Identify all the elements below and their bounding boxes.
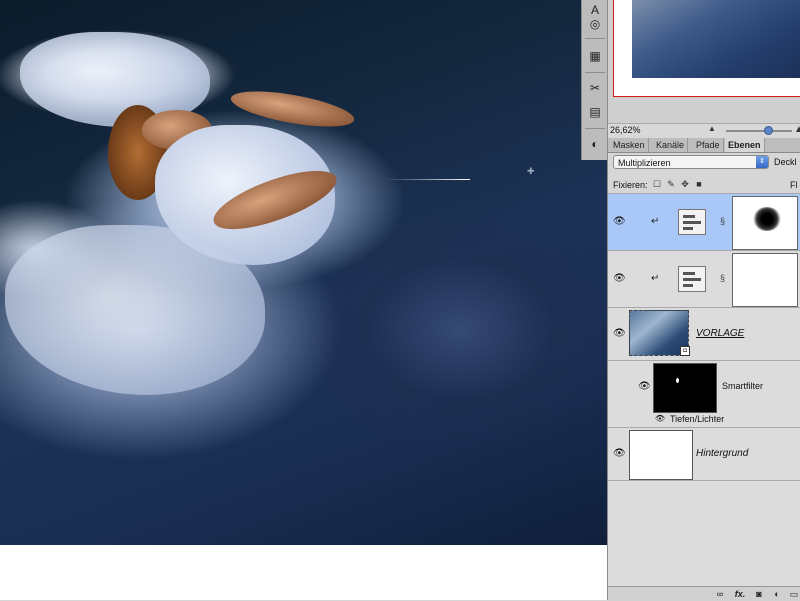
- smart-object-icon: ◘: [680, 346, 690, 356]
- navigator-panel: [608, 0, 800, 123]
- smart-filter-label: Smartfilter: [722, 381, 764, 391]
- filter-row[interactable]: 👁 Tiefen/Lichter: [608, 413, 800, 428]
- photo-duvet: [5, 225, 265, 395]
- layer-mask-thumbnail[interactable]: [732, 196, 798, 250]
- layer-row[interactable]: 👁 ↵ §: [608, 194, 800, 251]
- blend-mode-select[interactable]: Multiplizieren ⇕: [613, 155, 769, 169]
- adjustment-layer-icon: [678, 266, 706, 292]
- adjustment-layer-icon: [678, 209, 706, 235]
- lock-row: Fixieren: ☐ ✎ ✥ ■ Fl: [608, 177, 800, 194]
- navigator-thumbnail: [632, 0, 800, 78]
- new-group-icon[interactable]: ▭: [788, 588, 800, 600]
- blend-mode-row: Multiplizieren ⇕ Deckl: [608, 153, 800, 175]
- tab-pfade[interactable]: Pfade: [693, 138, 724, 152]
- tool-separator: [585, 38, 605, 39]
- rotate-view-icon[interactable]: ◎: [585, 14, 605, 34]
- clipping-arrow-icon: ↵: [651, 216, 660, 227]
- visibility-eye-icon[interactable]: 👁: [613, 273, 626, 285]
- lock-pixels-icon[interactable]: ✎: [666, 179, 676, 189]
- fill-label: Fl: [790, 180, 798, 190]
- document-image[interactable]: ✚: [0, 0, 607, 545]
- crosshair-cursor-icon: ✚: [527, 166, 535, 176]
- filter-name[interactable]: Tiefen/Lichter: [670, 414, 724, 424]
- layers-bottom-bar: ∞ fx. ◙ ◐ ▭: [608, 586, 800, 601]
- navigator-preview[interactable]: [613, 0, 800, 97]
- link-icon[interactable]: ∞: [714, 588, 726, 600]
- tab-ebenen[interactable]: Ebenen: [725, 138, 765, 152]
- zoom-value-field[interactable]: 26,62%: [610, 125, 650, 136]
- zoom-slider-handle[interactable]: [764, 126, 773, 135]
- tool-separator: [585, 128, 605, 129]
- photo-light-streak: [385, 179, 470, 180]
- zoom-slider[interactable]: [726, 130, 792, 132]
- histogram-panel-icon[interactable]: ▦: [585, 46, 605, 66]
- visibility-eye-icon[interactable]: 👁: [613, 216, 626, 228]
- layer-thumbnail[interactable]: [629, 430, 693, 480]
- adjustment-icon[interactable]: ◐: [771, 588, 783, 600]
- brush-panel-icon[interactable]: ◐: [585, 134, 605, 154]
- zoom-out-icon[interactable]: ▲: [708, 124, 716, 133]
- blend-mode-value: Multiplizieren: [618, 158, 671, 168]
- visibility-eye-icon[interactable]: 👁: [613, 448, 626, 460]
- zoom-in-icon[interactable]: ▲: [794, 124, 800, 135]
- tools-strip: A ◎ ▦ ✂ ▤ ◐: [581, 0, 609, 160]
- mask-link-icon[interactable]: §: [720, 216, 725, 226]
- layers-list: 👁 ↵ § 👁 ↵ § 👁 ◘ VORLAGE 👁 Smartfilter 👁 …: [608, 194, 800, 586]
- tab-kanaele[interactable]: Kanäle: [653, 138, 689, 152]
- navigator-zoom-bar: 26,62% ▲ ▲: [608, 123, 800, 138]
- visibility-eye-icon[interactable]: 👁: [613, 328, 626, 340]
- opacity-label: Deckl: [774, 157, 797, 167]
- layer-row[interactable]: 👁 ◘ VORLAGE: [608, 308, 800, 361]
- chevron-updown-icon[interactable]: ⇕: [756, 156, 768, 168]
- lock-all-icon[interactable]: ■: [694, 179, 704, 189]
- actions-panel-icon[interactable]: ▤: [585, 102, 605, 122]
- layer-name[interactable]: Hintergrund: [696, 448, 748, 459]
- layer-mask-thumbnail[interactable]: [732, 253, 798, 307]
- layer-name[interactable]: VORLAGE: [696, 328, 744, 339]
- tool-separator: [585, 72, 605, 73]
- lock-label: Fixieren:: [613, 180, 648, 190]
- add-mask-icon[interactable]: ◙: [753, 588, 765, 600]
- clone-source-icon[interactable]: ✂: [585, 78, 605, 98]
- clipping-arrow-icon: ↵: [651, 273, 660, 284]
- mask-link-icon[interactable]: §: [720, 273, 725, 283]
- smart-filter-mask-thumbnail[interactable]: [653, 363, 717, 413]
- document-canvas[interactable]: ✚: [0, 0, 607, 600]
- visibility-eye-icon[interactable]: 👁: [654, 414, 666, 426]
- lock-position-icon[interactable]: ✥: [680, 179, 690, 189]
- layer-row[interactable]: 👁 ↵ §: [608, 251, 800, 308]
- smart-filter-row[interactable]: 👁 Smartfilter: [608, 361, 800, 413]
- tab-masken[interactable]: Masken: [610, 138, 649, 152]
- lock-transparency-icon[interactable]: ☐: [652, 179, 662, 189]
- fx-icon[interactable]: fx.: [732, 588, 748, 600]
- layer-row[interactable]: 👁 Hintergrund: [608, 428, 800, 481]
- right-panel: 26,62% ▲ ▲ Masken Kanäle Pfade Ebenen Mu…: [607, 0, 800, 601]
- visibility-eye-icon[interactable]: 👁: [638, 381, 651, 393]
- panel-tabs: Masken Kanäle Pfade Ebenen: [608, 138, 800, 153]
